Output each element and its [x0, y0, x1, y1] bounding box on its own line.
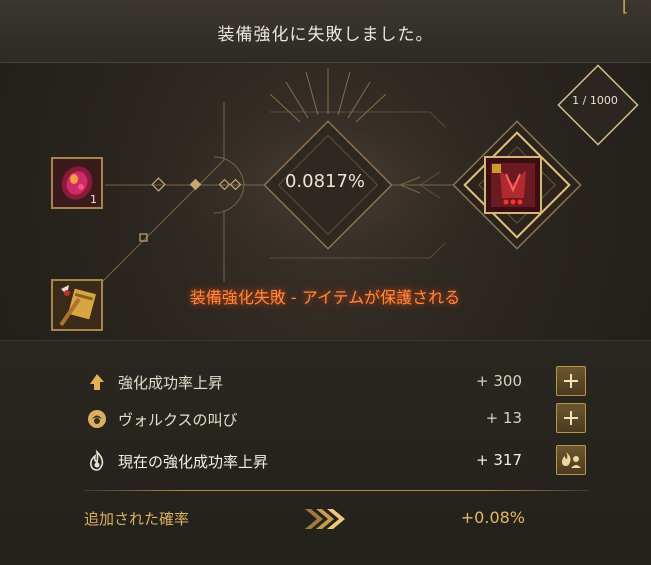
- success-rate: 0.0817%: [284, 171, 366, 192]
- stat-row-valks: ヴォルクスの叫び + 13: [86, 403, 586, 433]
- stat-label: 強化成功率上昇: [118, 374, 224, 392]
- add-valks-button[interactable]: [556, 403, 586, 433]
- flame-icon: [90, 450, 104, 471]
- material-item-slot[interactable]: 1: [51, 157, 103, 209]
- stat-row-success-rate: 強化成功率上昇 + 300: [86, 366, 586, 396]
- added-rate-value: +0.08%: [460, 508, 525, 527]
- chevrons-right-icon: [305, 509, 345, 529]
- material-count: 1: [90, 193, 97, 206]
- stat-value: + 317: [476, 451, 522, 469]
- stat-label: ヴォルクスの叫び: [118, 411, 238, 429]
- stat-row-current-rate: 現在の強化成功率上昇 + 317: [86, 445, 586, 475]
- support-button[interactable]: [556, 445, 586, 475]
- result-message: 装備強化失敗 - アイテムが保護される: [189, 288, 461, 307]
- target-item[interactable]: [482, 154, 544, 216]
- stat-value: + 300: [476, 372, 522, 390]
- page-title: 装備強化に失敗しました。: [217, 25, 434, 45]
- divider: [84, 490, 589, 491]
- add-failstack-button[interactable]: [556, 366, 586, 396]
- support-icon: [562, 452, 581, 468]
- protection-item-slot[interactable]: [51, 279, 103, 331]
- arrow-up-icon: [90, 374, 104, 390]
- scroll-icon: [53, 281, 101, 329]
- stat-value: + 13: [485, 409, 522, 427]
- armor-icon: [484, 156, 542, 214]
- valks-icon: [88, 410, 106, 428]
- stat-label: 現在の強化成功率上昇: [118, 453, 269, 471]
- enhancement-result-panel: 装備強化に失敗しました。 [1 0.0817% 1 / 1000 装備強化失敗…: [0, 0, 651, 565]
- attempt-counter: 1 / 1000: [572, 94, 618, 107]
- corner-bracket: [: [622, 0, 629, 15]
- header-bar: 装備強化に失敗しました。: [0, 0, 651, 63]
- added-rate-label: 追加された確率: [84, 510, 190, 528]
